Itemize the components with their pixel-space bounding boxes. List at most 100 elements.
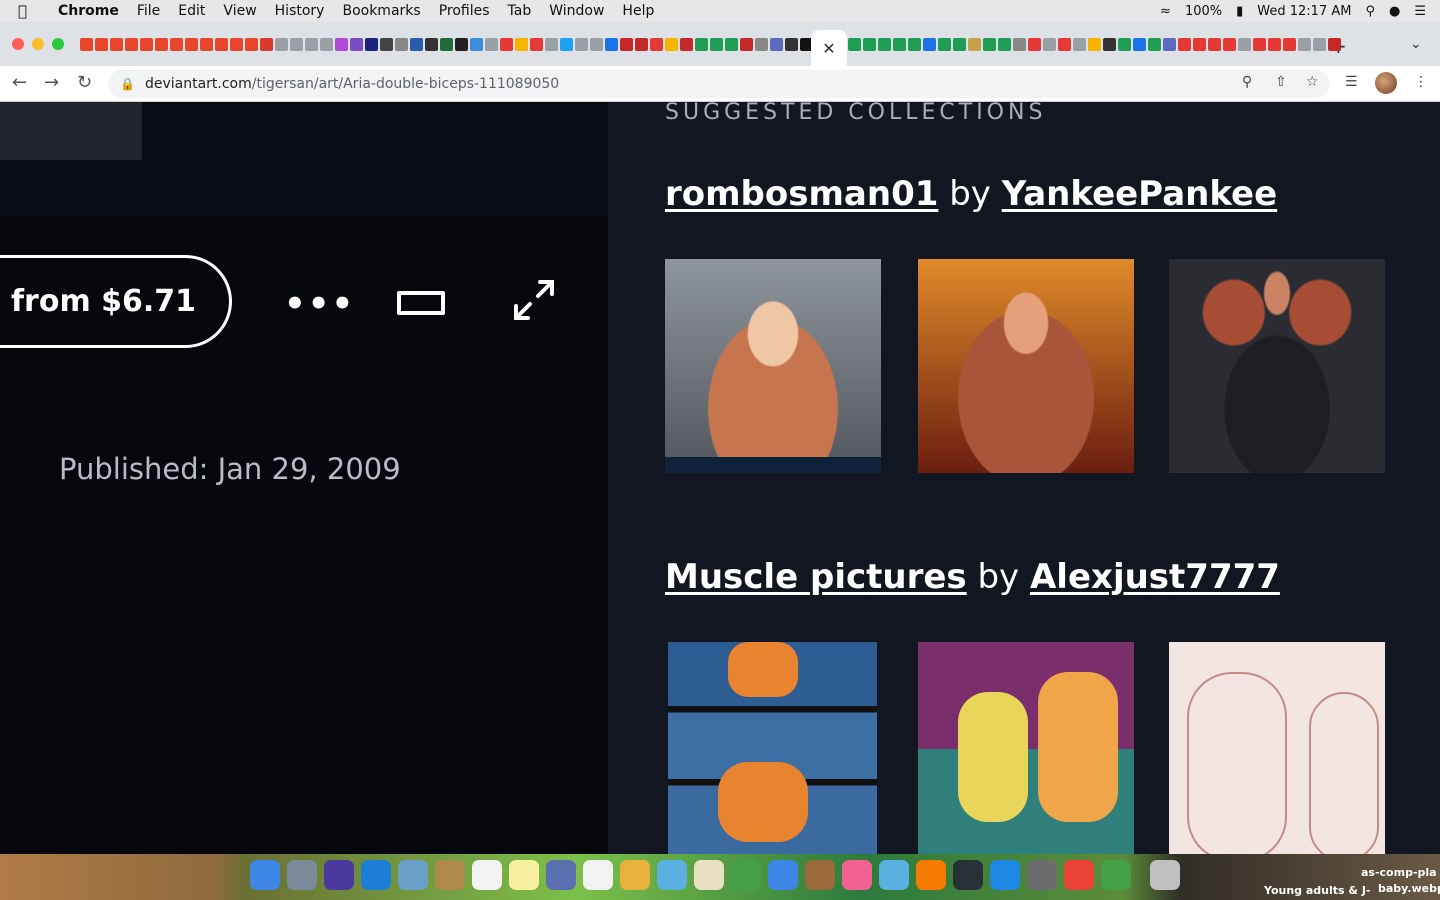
tab-favicon-icon[interactable]	[770, 38, 783, 51]
tab-favicon-icon[interactable]	[245, 38, 258, 51]
tab-favicon-icon[interactable]	[485, 38, 498, 51]
tab-favicon-icon[interactable]	[1043, 38, 1056, 51]
dock-app-icon[interactable]	[324, 860, 354, 890]
profile-avatar[interactable]	[1375, 72, 1397, 94]
more-options-icon[interactable]: •••	[284, 284, 355, 324]
tab-favicon-icon[interactable]	[1118, 38, 1131, 51]
desktop-file-label-3[interactable]: baby.webp	[1378, 882, 1440, 895]
tab-favicon-icon[interactable]	[500, 38, 513, 51]
tab-favicon-icon[interactable]	[620, 38, 633, 51]
dock-app-icon[interactable]	[842, 860, 872, 890]
tab-favicon-icon[interactable]	[878, 38, 891, 51]
tab-favicon-icon[interactable]	[335, 38, 348, 51]
desktop-file-label-2[interactable]: Young adults & J-	[1264, 884, 1371, 897]
share-icon[interactable]: ⇧	[1275, 74, 1287, 90]
notification-center-icon[interactable]: ☰	[1414, 4, 1426, 19]
tab-favicon-icon[interactable]	[710, 38, 723, 51]
dock-app-icon[interactable]	[472, 860, 502, 890]
tab-favicon-row[interactable]	[80, 38, 830, 58]
tab-favicon-icon[interactable]	[575, 38, 588, 51]
collection-1-thumb-1[interactable]	[665, 259, 881, 473]
tab-favicon-icon[interactable]	[1073, 38, 1086, 51]
tab-favicon-icon[interactable]	[1253, 38, 1266, 51]
tab-favicon-icon[interactable]	[290, 38, 303, 51]
spotlight-search-icon[interactable]: ⚲	[1365, 4, 1375, 19]
buy-print-button[interactable]: from $6.71	[0, 255, 232, 348]
menu-edit[interactable]: Edit	[178, 3, 205, 19]
collection-link-2[interactable]: Muscle pictures	[665, 557, 967, 597]
dock-app-icon[interactable]	[361, 860, 391, 890]
collection-2-thumb-3[interactable]	[1169, 642, 1385, 854]
fullscreen-expand-icon[interactable]	[510, 276, 558, 324]
tab-favicon-icon[interactable]	[725, 38, 738, 51]
menu-history[interactable]: History	[275, 3, 325, 19]
tab-favicon-icon[interactable]	[1313, 38, 1326, 51]
collection-author-link-1[interactable]: YankeePankee	[1002, 174, 1277, 214]
tab-favicon-icon[interactable]	[350, 38, 363, 51]
apple-icon[interactable]: 	[18, 2, 40, 20]
dock-app-icon[interactable]	[435, 860, 465, 890]
tab-favicon-icon[interactable]	[215, 38, 228, 51]
dock-app-icon[interactable]	[879, 860, 909, 890]
tab-favicon-icon[interactable]	[968, 38, 981, 51]
menu-profiles[interactable]: Profiles	[439, 3, 490, 19]
tab-favicon-icon[interactable]	[1088, 38, 1101, 51]
tab-favicon-icon[interactable]	[938, 38, 951, 51]
tab-favicon-icon[interactable]	[1328, 38, 1341, 51]
back-arrow-icon[interactable]: ←	[12, 72, 27, 93]
dock-app-icon[interactable]	[250, 860, 280, 890]
menu-bookmarks[interactable]: Bookmarks	[342, 3, 420, 19]
tab-favicon-icon[interactable]	[998, 38, 1011, 51]
menu-app-chrome[interactable]: Chrome	[58, 3, 119, 19]
collection-2-thumb-2[interactable]	[918, 642, 1134, 854]
tab-favicon-icon[interactable]	[590, 38, 603, 51]
tab-favicon-icon[interactable]	[740, 38, 753, 51]
tab-favicon-icon[interactable]	[545, 38, 558, 51]
tab-favicon-icon[interactable]	[1298, 38, 1311, 51]
tab-favicon-icon[interactable]	[923, 38, 936, 51]
battery-percent[interactable]: 100%	[1185, 4, 1222, 19]
dock-app-icon[interactable]	[1027, 860, 1057, 890]
tab-favicon-icon[interactable]	[455, 38, 468, 51]
dock-app-icon[interactable]	[398, 860, 428, 890]
menubar-clock[interactable]: Wed 12:17 AM	[1257, 4, 1351, 19]
tab-favicon-icon[interactable]	[665, 38, 678, 51]
tab-favicon-icon[interactable]	[1238, 38, 1251, 51]
collection-author-link-2[interactable]: Alexjust7777	[1030, 557, 1280, 597]
dock-app-icon[interactable]	[768, 860, 798, 890]
tab-favicon-icon[interactable]	[230, 38, 243, 51]
window-minimize-button[interactable]	[32, 38, 44, 50]
tab-favicon-icon[interactable]	[1223, 38, 1236, 51]
artwork-image-edge[interactable]	[0, 102, 142, 160]
tab-favicon-icon[interactable]	[365, 38, 378, 51]
tab-favicon-icon[interactable]	[1103, 38, 1116, 51]
siri-icon[interactable]: ●	[1389, 4, 1400, 19]
dock-app-icons[interactable]	[250, 860, 1187, 890]
tab-favicon-icon[interactable]	[440, 38, 453, 51]
dock-app-icon[interactable]	[1150, 860, 1180, 890]
dock-app-icon[interactable]	[805, 860, 835, 890]
bookmark-star-icon[interactable]: ☆	[1306, 74, 1319, 90]
dock-app-icon[interactable]	[620, 860, 650, 890]
collection-2-thumb-1[interactable]	[668, 642, 877, 854]
tab-favicon-icon[interactable]	[140, 38, 153, 51]
dock-app-icon[interactable]	[731, 860, 761, 890]
tab-favicon-icon[interactable]	[1133, 38, 1146, 51]
tab-favicon-icon[interactable]	[1208, 38, 1221, 51]
tab-favicon-icon[interactable]	[470, 38, 483, 51]
lock-icon[interactable]: 🔒	[120, 77, 135, 91]
tab-favicon-icon[interactable]	[320, 38, 333, 51]
collection-1-thumb-3[interactable]	[1169, 259, 1385, 473]
tab-favicon-icon[interactable]	[680, 38, 693, 51]
tab-favicon-icon[interactable]	[893, 38, 906, 51]
tab-favicon-icon[interactable]	[953, 38, 966, 51]
collection-link-1[interactable]: rombosman01	[665, 174, 938, 214]
tab-favicon-icon[interactable]	[605, 38, 618, 51]
tab-favicon-icon[interactable]	[1058, 38, 1071, 51]
zoom-icon[interactable]: ⚲	[1242, 74, 1252, 90]
tab-favicon-icon[interactable]	[80, 38, 93, 51]
tab-favicon-icon[interactable]	[380, 38, 393, 51]
reload-icon[interactable]: ↻	[77, 72, 92, 93]
window-zoom-button[interactable]	[52, 38, 64, 50]
tab-favicon-icon[interactable]	[635, 38, 648, 51]
